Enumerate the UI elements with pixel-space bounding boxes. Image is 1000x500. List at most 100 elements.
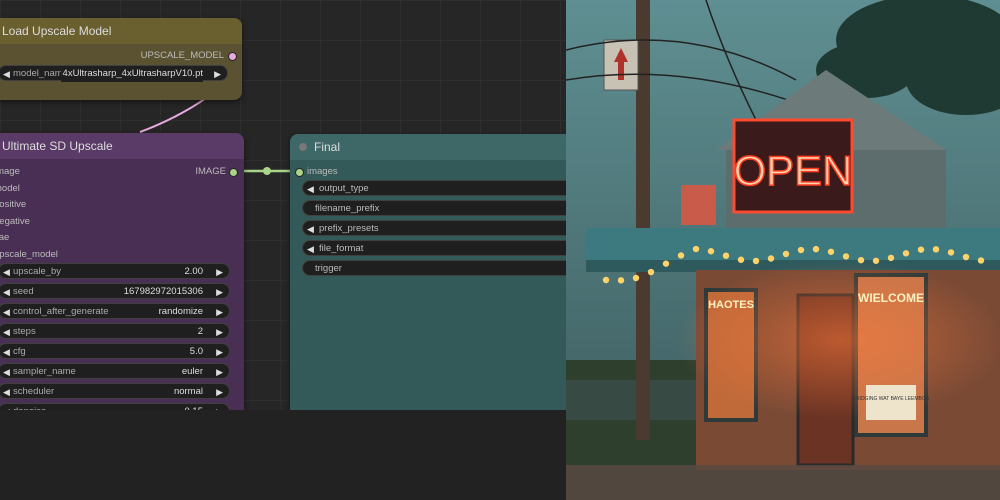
input-positive[interactable]: positive	[0, 199, 26, 210]
string-light-bulb	[662, 260, 670, 267]
string-light-bulb	[677, 252, 685, 259]
input-images-dot[interactable]	[295, 168, 304, 177]
string-light-bulb	[722, 252, 730, 259]
widget-scheduler[interactable]: ◀ scheduler normal ▶	[0, 383, 230, 399]
arrow-left-icon[interactable]: ◀	[307, 221, 314, 237]
arrow-left-icon[interactable]: ◀	[3, 324, 10, 340]
widget-cfg[interactable]: ◀ cfg 5.0 ▶	[0, 343, 230, 359]
string-light-bulb	[617, 277, 625, 284]
arrow-right-icon[interactable]: ▶	[214, 66, 221, 82]
widget-sampler-name[interactable]: ◀ sampler_name euler ▶	[0, 363, 230, 379]
input-upscale_model[interactable]: upscale_model	[0, 249, 58, 260]
widget-label: prefix_presets	[319, 223, 379, 234]
widget-label: steps	[13, 326, 36, 337]
widget-denoise[interactable]: ◀denoise0.15▶	[0, 403, 230, 410]
empty-panel	[0, 410, 566, 500]
arrow-left-icon[interactable]: ◀	[3, 384, 10, 400]
widget-upscale-by[interactable]: ◀ upscale_by 2.00 ▶	[0, 263, 230, 279]
widget-label: trigger	[315, 263, 342, 274]
string-light-bulb	[647, 268, 655, 276]
string-light-bulb	[782, 250, 790, 258]
widget-value: 2	[197, 326, 203, 337]
arrow-left-icon[interactable]: ◀	[3, 264, 10, 280]
arrow-right-icon[interactable]: ▶	[216, 284, 223, 300]
input-image[interactable]: image	[0, 166, 20, 177]
widget-label: control_after_generate	[13, 306, 109, 317]
widget-label: output_type	[319, 183, 369, 194]
image-preview: OPEN HAOTES WIELCOME FRIDGING WAT BAYE L…	[566, 0, 1000, 500]
output-image-label: IMAGE	[195, 166, 226, 177]
string-light-bulb	[932, 246, 940, 253]
widget-control-after-generate[interactable]: ◀ control_after_generate randomize ▶	[0, 303, 230, 319]
widget-value: normal	[173, 386, 203, 397]
neon-sign-text: OPEN	[733, 147, 852, 194]
string-light-bulb	[977, 257, 985, 264]
arrow-right-icon[interactable]: ▶	[216, 264, 223, 280]
window-sign-left: HAOTES	[708, 299, 754, 311]
load-upscale-model-node[interactable]: Load Upscale Model UPSCALE_MODEL ◀ model…	[0, 18, 242, 100]
arrow-left-icon[interactable]: ◀	[3, 364, 10, 380]
string-light-bulb	[947, 249, 955, 256]
widget-trigger[interactable]: trigger	[302, 260, 566, 276]
node-title[interactable]: Load Upscale Model	[0, 18, 242, 44]
input-negative[interactable]: negative	[0, 216, 30, 227]
widget-seed[interactable]: ◀ seed 167982972015306 ▶	[0, 283, 230, 299]
widget-prefix-presets[interactable]: ◀ prefix_presets	[302, 220, 566, 236]
arrow-right-icon[interactable]: ▶	[216, 384, 223, 400]
string-light-bulb	[692, 245, 700, 253]
input-images-label: images	[307, 166, 338, 177]
string-light-bulb	[707, 248, 715, 255]
arrow-right-icon[interactable]: ▶	[216, 364, 223, 380]
output-image-dot[interactable]	[229, 168, 238, 177]
node-canvas[interactable]: Load Upscale Model UPSCALE_MODEL ◀ model…	[0, 0, 566, 410]
widget-label: upscale_by	[13, 266, 62, 277]
input-model[interactable]: model	[0, 183, 20, 194]
node-title[interactable]: Ultimate SD Upscale	[0, 133, 244, 159]
widget-value: randomize	[158, 306, 203, 317]
model-name-value: 4xUltrasharp_4xUltrasharpV10.pt	[60, 66, 203, 82]
final-collapse-dot[interactable]	[299, 143, 307, 151]
arrow-left-icon[interactable]: ◀	[307, 181, 314, 197]
string-light-bulb	[842, 253, 850, 260]
widget-file-format[interactable]: ◀ file_format	[302, 240, 566, 256]
ultimate-sd-upscale-node[interactable]: Ultimate SD Upscale IMAGE image model posi…	[0, 133, 244, 410]
arrow-right-icon[interactable]: ▶	[216, 304, 223, 320]
storefront-photo: OPEN HAOTES WIELCOME FRIDGING WAT BAYE L…	[566, 0, 1000, 500]
string-light-bulb	[827, 248, 835, 255]
string-light-bulb	[962, 253, 970, 261]
widget-label: file_format	[319, 243, 364, 254]
string-light-bulb	[902, 250, 910, 257]
widget-output-type[interactable]: ◀ output_type	[302, 180, 566, 196]
arrow-right-icon[interactable]: ▶	[216, 344, 223, 360]
arrow-left-icon[interactable]: ◀	[3, 284, 10, 300]
final-title: Final	[314, 140, 341, 154]
window-sign-right: WIELCOME	[858, 291, 924, 305]
widget-steps[interactable]: ◀ steps 2 ▶	[0, 323, 230, 339]
widget-filename-prefix[interactable]: filename_prefix	[302, 200, 566, 216]
arrow-left-icon[interactable]: ◀	[307, 241, 314, 257]
poster-text: FRIDGING WAT BAYE LEEMBOS	[853, 396, 930, 402]
string-light-bulb	[887, 254, 895, 262]
output-upscale-model-dot[interactable]	[228, 52, 237, 61]
widget-value: 5.0	[189, 346, 203, 357]
widget-label: seed	[13, 286, 34, 297]
string-light-bulb	[602, 276, 610, 284]
neon-open-sign: OPEN	[732, 118, 854, 214]
model-name-combo[interactable]: ◀ model_name 4xUltrasharp_4xUltrasharpV1…	[0, 65, 228, 82]
string-light-bulb	[872, 257, 880, 264]
string-light-bulb	[767, 255, 775, 262]
string-light-bulb	[737, 256, 745, 263]
load-upscale-model-title: Load Upscale Model	[2, 24, 112, 38]
string-light-bulb	[917, 246, 925, 253]
ultimate-title: Ultimate SD Upscale	[2, 139, 113, 153]
arrow-left-icon[interactable]: ◀	[3, 304, 10, 320]
arrow-left-icon[interactable]: ◀	[3, 66, 10, 82]
widget-value: 2.00	[184, 266, 204, 277]
final-node[interactable]: Final images ◀ output_type filename_prefix…	[290, 134, 566, 410]
arrow-left-icon[interactable]: ◀	[3, 344, 10, 360]
string-light-bulb	[857, 256, 865, 264]
node-title[interactable]: Final	[290, 134, 566, 160]
widget-label: scheduler	[13, 386, 55, 397]
arrow-right-icon[interactable]: ▶	[216, 324, 223, 340]
input-vae[interactable]: vae	[0, 232, 9, 243]
